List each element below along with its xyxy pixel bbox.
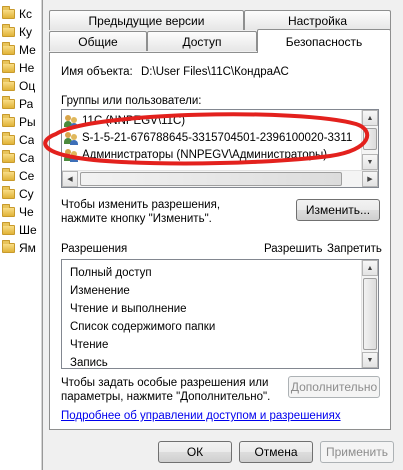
scroll-down-icon[interactable]: ▼ [362, 154, 378, 170]
groups-label: Группы или пользователи: [61, 95, 202, 107]
change-hint-line2: нажмите кнопку "Изменить". [61, 213, 212, 225]
users-listbox[interactable]: 11C (NNPEGV\11C) S-1-5-21-676788645-3315… [61, 109, 379, 188]
tree-item[interactable]: Ям [0, 238, 42, 258]
advanced-hint-line1: Чтобы задать особые разрешения или [61, 377, 269, 389]
security-panel: Имя объекта: D:\User Files\11C\КондраАС … [49, 52, 391, 430]
folder-icon [2, 132, 15, 145]
advanced-hint-line2: параметры, нажмите "Дополнительно". [61, 391, 271, 403]
tree-item[interactable]: Ры [0, 112, 42, 132]
scroll-thumb[interactable] [363, 128, 377, 150]
list-item: Изменение [70, 284, 130, 297]
tree-item[interactable]: Оц [0, 76, 42, 96]
folder-icon [2, 42, 15, 55]
apply-button[interactable]: Применить [320, 441, 394, 463]
tree-item[interactable]: Су [0, 184, 42, 204]
scroll-left-icon[interactable]: ◀ [62, 171, 78, 187]
scroll-right-icon[interactable]: ▶ [362, 171, 378, 187]
permissions-vertical-scrollbar[interactable]: ▲ ▼ [361, 260, 378, 368]
folder-icon [2, 78, 15, 91]
list-item[interactable]: S-1-5-21-676788645-3315704501-2396100020… [64, 129, 360, 146]
folder-icon [2, 186, 15, 199]
advanced-button[interactable]: Дополнительно [288, 376, 380, 398]
tree-item[interactable]: Че [0, 202, 42, 222]
tree-item[interactable]: Ра [0, 94, 42, 114]
change-hint-line1: Чтобы изменить разрешения, [61, 199, 221, 211]
list-item: Чтение и выполнение [70, 302, 187, 315]
tree-item[interactable]: Ше [0, 220, 42, 240]
tree-item[interactable]: Ку [0, 22, 42, 42]
folder-icon [2, 96, 15, 109]
list-item[interactable]: 11C (NNPEGV\11C) [64, 112, 360, 129]
folder-icon [2, 60, 15, 73]
change-button[interactable]: Изменить... [296, 199, 380, 221]
folder-icon [2, 222, 15, 235]
list-item: Запись [70, 356, 108, 369]
help-link[interactable]: Подробнее об управлении доступом и разре… [61, 410, 341, 422]
ok-button[interactable]: ОК [158, 441, 232, 463]
tree-item[interactable]: Се [0, 166, 42, 186]
tree-item[interactable]: Кс [0, 4, 42, 24]
scroll-thumb[interactable] [80, 172, 342, 186]
list-item: Полный доступ [70, 266, 152, 279]
tab-customize[interactable]: Настройка [244, 10, 391, 30]
permissions-header: Разрешения [61, 243, 128, 255]
user-group-icon [64, 131, 78, 145]
list-item[interactable]: Администраторы (NNPEGV\Администраторы) [64, 146, 360, 163]
scroll-down-icon[interactable]: ▼ [362, 352, 378, 368]
tab-security[interactable]: Безопасность [257, 29, 391, 53]
tree-item[interactable]: Ме [0, 40, 42, 60]
folder-icon [2, 168, 15, 181]
user-group-icon [64, 114, 78, 128]
cancel-button[interactable]: Отмена [239, 441, 313, 463]
explorer-tree: Кс Ку Ме Не Оц Ра Ры Са Са Се Су Че Ше Я… [0, 0, 42, 470]
tree-item[interactable]: Не [0, 58, 42, 78]
tab-general[interactable]: Общие [49, 31, 147, 51]
folder-icon [2, 204, 15, 217]
folder-icon [2, 6, 15, 19]
scroll-up-icon[interactable]: ▲ [362, 110, 378, 126]
deny-header: Запретить [327, 243, 382, 255]
scroll-up-icon[interactable]: ▲ [362, 260, 378, 276]
tree-item[interactable]: Са [0, 148, 42, 168]
list-item: Чтение [70, 338, 109, 351]
folder-icon [2, 150, 15, 163]
user-group-icon [64, 148, 78, 162]
folder-icon [2, 240, 15, 253]
object-name-label: Имя объекта: [61, 66, 133, 78]
tab-sharing[interactable]: Доступ [147, 31, 257, 51]
allow-header: Разрешить [264, 243, 323, 255]
users-horizontal-scrollbar[interactable]: ◀ ▶ [62, 170, 378, 187]
scroll-thumb[interactable] [363, 278, 377, 350]
folder-icon [2, 114, 15, 127]
folder-icon [2, 24, 15, 37]
tab-previous-versions[interactable]: Предыдущие версии [49, 10, 244, 30]
properties-dialog: Предыдущие версии Настройка Общие Доступ… [42, 0, 403, 470]
users-vertical-scrollbar[interactable]: ▲ ▼ [361, 110, 378, 170]
permissions-listbox[interactable]: Полный доступ Изменение Чтение и выполне… [61, 259, 379, 369]
object-name-value: D:\User Files\11C\КондраАС [141, 66, 289, 78]
tree-item[interactable]: Са [0, 130, 42, 150]
list-item: Список содержимого папки [70, 320, 216, 333]
